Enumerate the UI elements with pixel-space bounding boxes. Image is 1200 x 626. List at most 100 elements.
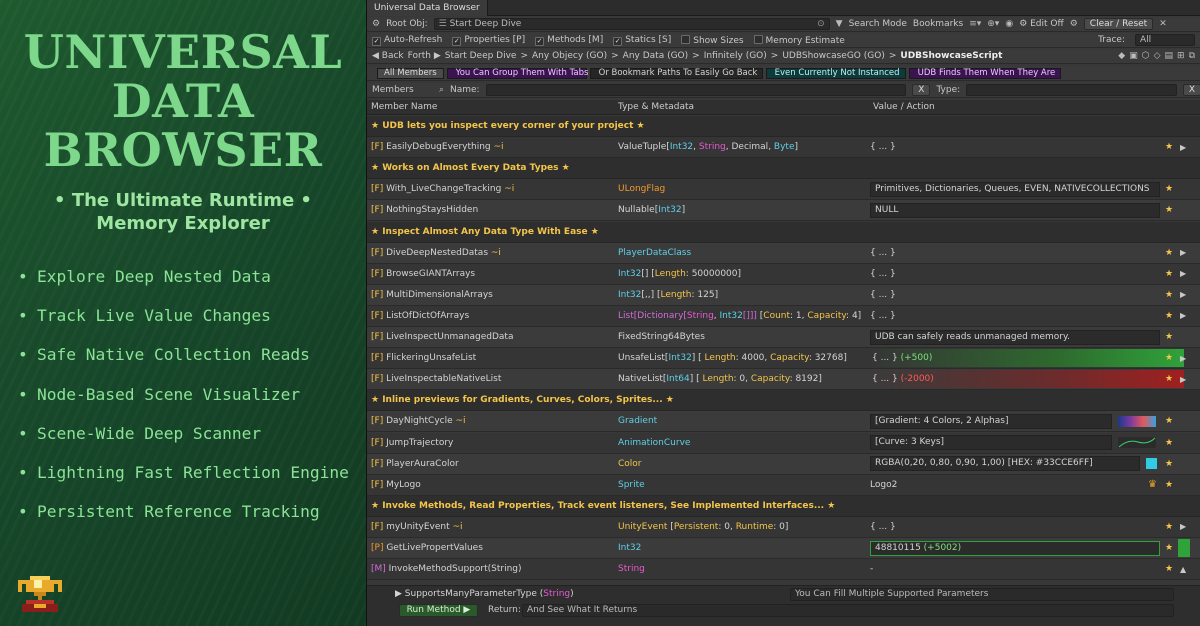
member-row[interactable]: [F] With_LiveChangeTracking ~i ULongFlag P… bbox=[367, 179, 1200, 201]
bookmark-star-icon[interactable]: ★ bbox=[1165, 353, 1173, 363]
member-row[interactable]: [F] BrowseGIANTArrays Int32[] [Length: 50… bbox=[367, 263, 1200, 285]
member-value[interactable]: UDB can safely reads unmanaged memory. bbox=[870, 329, 1160, 345]
member-value[interactable]: { ... } bbox=[870, 519, 1160, 534]
column-type-metadata[interactable]: Type & Metadata bbox=[618, 102, 694, 112]
value-field[interactable]: [Curve: 3 Keys] bbox=[870, 435, 1112, 450]
group-tab-not-instanced[interactable]: Even Currently Not Instanced bbox=[765, 67, 906, 79]
checkbox-checked[interactable]: ✓ bbox=[613, 36, 623, 46]
prefab-icon[interactable]: ⬡ bbox=[1142, 51, 1150, 61]
target-icon[interactable]: ⊙ bbox=[817, 19, 825, 29]
bookmarks-dropdown[interactable]: Bookmarks bbox=[913, 19, 963, 29]
package-icon[interactable]: ⧉ bbox=[1189, 51, 1195, 61]
member-value[interactable]: { ... } bbox=[870, 266, 1160, 281]
bookmark-star-icon[interactable]: ★ bbox=[1165, 205, 1173, 215]
expand-arrow-icon[interactable]: ▶ bbox=[1180, 269, 1186, 278]
bookmark-star-icon[interactable]: ★ bbox=[1165, 480, 1173, 490]
member-row[interactable]: [F] myUnityEvent ~i UnityEvent [Persisten… bbox=[367, 516, 1200, 538]
member-row[interactable]: [F] NothingStaysHidden Nullable[Int32] NUL… bbox=[367, 200, 1200, 222]
member-value[interactable]: [Gradient: 4 Colors, 2 Alphas] bbox=[870, 413, 1160, 429]
member-row[interactable]: [F] MyLogo Sprite Logo2 ♛ ★ bbox=[367, 474, 1200, 496]
member-value[interactable]: Logo2 ♛ bbox=[870, 477, 1160, 492]
bookmark-star-icon[interactable]: ★ bbox=[1165, 543, 1173, 553]
group-tab-bookmark[interactable]: Or Bookmark Paths To Easily Go Back bbox=[589, 67, 763, 79]
option-properties[interactable]: ✓ Properties [P] bbox=[452, 35, 525, 46]
gradient-preview[interactable] bbox=[1118, 415, 1156, 427]
bookmark-star-icon[interactable]: ★ bbox=[1165, 459, 1173, 469]
value-field[interactable]: 48810115 (+5002) bbox=[870, 540, 1160, 556]
eye-icon[interactable]: ◉ bbox=[1005, 19, 1013, 29]
breadcrumb-item[interactable]: Any Data (GO) bbox=[623, 51, 688, 61]
forth-button[interactable]: Forth ▶ bbox=[408, 51, 441, 61]
member-value[interactable]: { ... } bbox=[870, 140, 1160, 155]
search-mode-dropdown[interactable]: Search Mode bbox=[849, 19, 907, 29]
checkbox-checked[interactable]: ✓ bbox=[372, 36, 381, 46]
bookmark-star-icon[interactable]: ★ bbox=[1165, 564, 1173, 574]
breadcrumb-item[interactable]: Any Objecy (GO) bbox=[532, 51, 607, 61]
option-show-sizes[interactable]: Show Sizes bbox=[681, 34, 744, 46]
option-auto-refresh[interactable]: ✓ Auto-Refresh bbox=[372, 35, 442, 46]
expand-arrow-icon[interactable]: ▶ bbox=[1180, 522, 1186, 531]
root-obj-field[interactable]: ☰ Start Deep Dive ⊙ bbox=[433, 18, 830, 30]
member-value[interactable]: NULL bbox=[870, 202, 1160, 218]
expand-arrow-icon[interactable]: ▶ bbox=[1180, 290, 1186, 299]
settings-icon[interactable]: ⚙ bbox=[372, 19, 380, 29]
bookmark-star-icon[interactable]: ★ bbox=[1165, 332, 1173, 342]
member-value[interactable]: { ... } (-2000) bbox=[870, 370, 1184, 389]
column-member-name[interactable]: Member Name bbox=[371, 102, 437, 112]
group-tab-finds[interactable]: UDB Finds Them When They Are bbox=[908, 67, 1061, 79]
component-icon[interactable]: ▤ bbox=[1165, 51, 1174, 61]
type-filter-input[interactable] bbox=[966, 84, 1177, 96]
member-row[interactable]: [F] PlayerAuraColor Color RGBA(0,20, 0,80,… bbox=[367, 453, 1200, 475]
bookmark-star-icon[interactable]: ★ bbox=[1165, 416, 1173, 426]
value-field[interactable]: UDB can safely reads unmanaged memory. bbox=[870, 329, 1160, 345]
expand-arrow-icon[interactable]: ▶ bbox=[395, 589, 405, 599]
value-field[interactable]: NULL bbox=[870, 202, 1160, 218]
clear-reset-button[interactable]: Clear / Reset bbox=[1083, 18, 1154, 30]
name-filter-input[interactable] bbox=[485, 84, 907, 96]
option-memory-estimate[interactable]: Memory Estimate bbox=[753, 34, 845, 46]
member-row[interactable]: [F] MultiDimensionalArrays Int32[,,] [Len… bbox=[367, 284, 1200, 306]
expand-arrow-icon[interactable]: ▶ bbox=[1180, 143, 1186, 152]
color-swatch[interactable] bbox=[1146, 458, 1157, 470]
column-value-action[interactable]: Value / Action bbox=[873, 102, 935, 112]
clear-name-filter-button[interactable]: X bbox=[912, 84, 931, 96]
member-row[interactable]: [F] JumpTrajectory AnimationCurve [Curve: … bbox=[367, 432, 1200, 454]
expand-arrow-icon[interactable]: ▶ bbox=[1180, 248, 1186, 257]
back-button[interactable]: ◀ Back bbox=[372, 51, 404, 61]
cube-icon[interactable]: ▣ bbox=[1129, 51, 1138, 61]
bookmark-star-icon[interactable]: ★ bbox=[1165, 248, 1173, 258]
bookmark-star-icon[interactable]: ★ bbox=[1165, 311, 1173, 321]
member-value[interactable]: 48810115 (+5002) bbox=[870, 540, 1160, 556]
bookmark-star-icon[interactable]: ★ bbox=[1165, 522, 1173, 532]
breadcrumb-item[interactable]: Start Deep Dive bbox=[445, 51, 517, 61]
member-value[interactable]: { ... } bbox=[870, 245, 1160, 260]
group-tab-all-members[interactable]: All Members bbox=[377, 67, 444, 79]
curve-preview[interactable] bbox=[1118, 437, 1156, 448]
group-tab-custom[interactable]: You Can Group Them With Tabs bbox=[446, 67, 588, 79]
checkbox-checked[interactable]: ✓ bbox=[535, 36, 545, 46]
expand-arrow-icon[interactable]: ▶ bbox=[1180, 354, 1186, 363]
option-methods[interactable]: ✓ Methods [M] bbox=[535, 35, 603, 46]
trace-dropdown[interactable]: All bbox=[1135, 34, 1195, 46]
sprite-preview-icon[interactable]: ♛ bbox=[1148, 479, 1157, 490]
member-value[interactable]: { ... } (+500) bbox=[870, 349, 1184, 368]
collapse-arrow-icon[interactable]: ▲ bbox=[1180, 565, 1186, 574]
value-field[interactable]: Primitives, Dictionaries, Queues, EVEN, … bbox=[870, 181, 1160, 197]
bookmark-star-icon[interactable]: ★ bbox=[1165, 374, 1173, 384]
expand-arrow-icon[interactable]: ▶ bbox=[1180, 375, 1186, 384]
run-method-button[interactable]: Run Method ▶ bbox=[399, 604, 478, 617]
value-field[interactable]: [Gradient: 4 Colors, 2 Alphas] bbox=[870, 413, 1112, 429]
member-value[interactable]: { ... } bbox=[870, 308, 1160, 323]
member-value[interactable]: - bbox=[870, 562, 1160, 577]
member-row[interactable]: [F] FlickeringUnsafeList UnsafeList[Int32… bbox=[367, 348, 1200, 370]
member-value[interactable]: RGBA(0,20, 0,80, 0,90, 1,00) [HEX: #33CC… bbox=[870, 456, 1160, 472]
window-title-tab[interactable]: Universal Data Browser bbox=[367, 0, 488, 16]
checkbox-checked[interactable]: ✓ bbox=[452, 36, 462, 46]
breadcrumb-item[interactable]: Infinitely (GO) bbox=[704, 51, 767, 61]
dropdown-icon[interactable]: ▼ bbox=[836, 19, 843, 29]
list-icon[interactable]: ≡▾ bbox=[969, 19, 981, 29]
member-row[interactable]: [F] LiveInspectUnmanagedData FixedString6… bbox=[367, 327, 1200, 348]
member-value[interactable]: [Curve: 3 Keys] bbox=[870, 435, 1160, 450]
bookmark-star-icon[interactable]: ★ bbox=[1165, 184, 1173, 194]
value-field[interactable]: RGBA(0,20, 0,80, 0,90, 1,00) [HEX: #33CC… bbox=[870, 456, 1140, 472]
